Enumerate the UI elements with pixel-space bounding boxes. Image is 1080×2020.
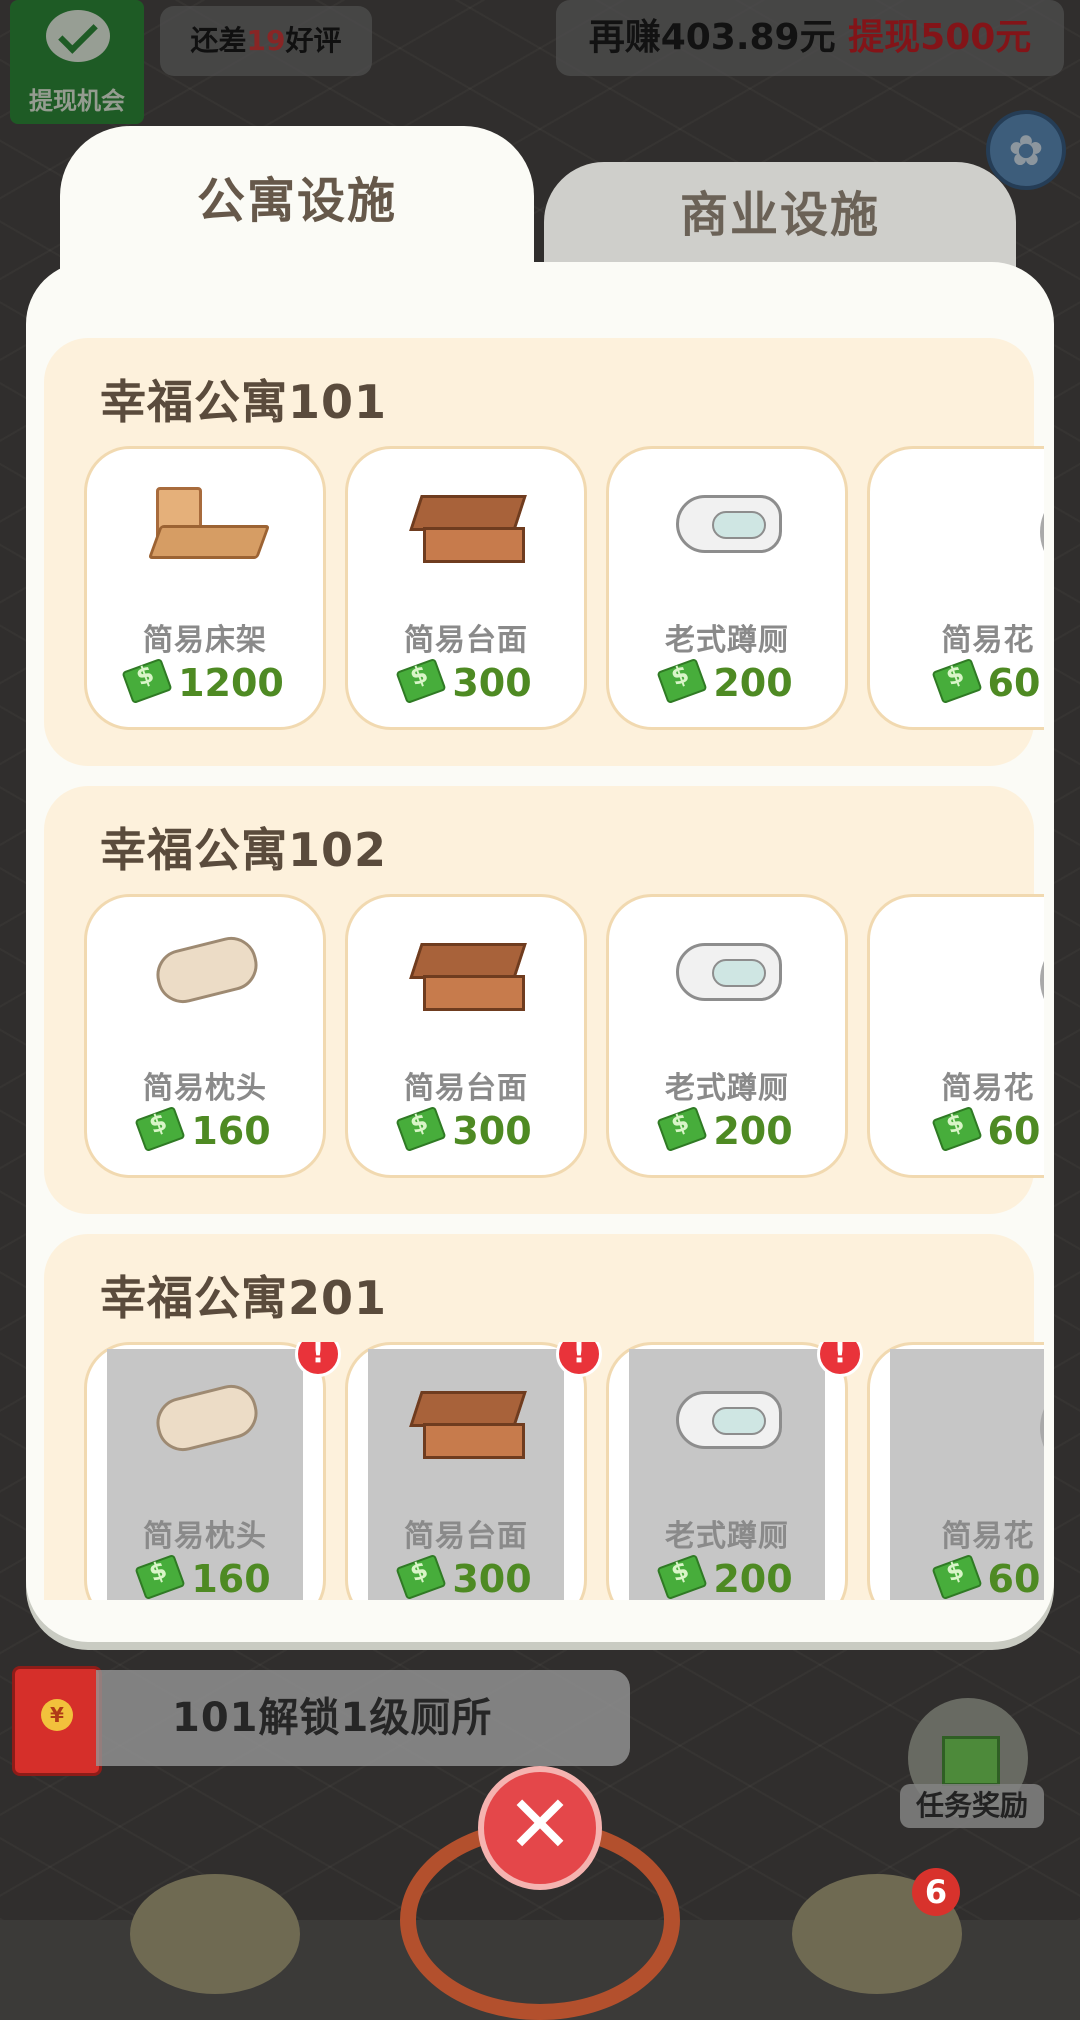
- item-card[interactable]: 老式蹲厕 200: [606, 894, 848, 1178]
- cash-icon: [134, 1553, 186, 1600]
- cash-icon: [395, 1105, 447, 1153]
- tab-commercial-facilities[interactable]: 商业设施: [544, 162, 1016, 276]
- shower-pipe-icon: [1036, 935, 1044, 1025]
- item-row[interactable]: 简易床架 1200 简易台面 300 老式蹲厕 200 简易花 60: [84, 446, 1044, 738]
- item-price: 60: [870, 1553, 1044, 1600]
- counter-icon: [409, 935, 527, 1013]
- pillow-icon: [150, 931, 264, 1009]
- cash-icon: [121, 657, 173, 705]
- item-card-locked[interactable]: 简易枕头 160 !: [84, 1342, 341, 1600]
- item-price-value: 160: [191, 1557, 271, 1600]
- cash-icon: [930, 657, 983, 705]
- section-title: 幸福公寓201: [100, 1271, 388, 1325]
- item-price: 200: [609, 1105, 845, 1153]
- cash-icon: [656, 657, 708, 705]
- squat-toilet-icon: [672, 1383, 782, 1453]
- item-card[interactable]: 简易花 60: [867, 446, 1044, 730]
- cash-icon: [656, 1105, 708, 1153]
- item-price-value: 200: [713, 661, 793, 705]
- cash-icon: [656, 1553, 708, 1600]
- item-row[interactable]: 简易枕头 160 ! 简易台面 300 ! 老式蹲厕 200 !: [84, 1342, 1044, 1600]
- item-name: 简易枕头: [143, 1071, 267, 1106]
- section-title: 幸福公寓101: [100, 375, 388, 429]
- item-price-value: 1200: [178, 661, 284, 705]
- shower-pipe-icon: [1036, 1383, 1044, 1473]
- item-price: 200: [609, 1553, 845, 1600]
- red-envelope-icon[interactable]: ¥: [12, 1666, 102, 1776]
- item-price: 300: [348, 657, 584, 705]
- item-card-locked[interactable]: 简易台面 300 !: [345, 1342, 602, 1600]
- section-title: 幸福公寓102: [100, 823, 388, 877]
- item-name: 简易花: [941, 1519, 1035, 1554]
- cash-icon: [930, 1553, 983, 1600]
- task-reward-label[interactable]: 任务奖励: [900, 1784, 1044, 1828]
- item-price-value: 300: [452, 661, 532, 705]
- counter-icon: [409, 487, 527, 565]
- item-name: 老式蹲厕: [665, 623, 789, 658]
- item-price: 60: [870, 1105, 1044, 1153]
- item-card[interactable]: 简易花 60: [867, 894, 1044, 1178]
- item-name: 简易台面: [404, 1071, 528, 1106]
- item-price: 1200: [87, 657, 323, 705]
- item-name: 简易台面: [404, 1519, 528, 1554]
- apartment-section-101: 幸福公寓101 简易床架 1200 简易台面 300 老式蹲厕 200: [44, 338, 1044, 766]
- item-price: 300: [348, 1105, 584, 1153]
- item-price-value: 60: [987, 1109, 1041, 1153]
- item-price-value: 300: [452, 1109, 532, 1153]
- shower-pipe-icon: [1036, 487, 1044, 577]
- item-price: 160: [87, 1105, 323, 1153]
- cash-icon: [395, 657, 447, 705]
- item-name: 简易台面: [404, 623, 528, 658]
- pillow-icon: [150, 1379, 264, 1457]
- item-name: 简易花: [941, 623, 1035, 658]
- cash-icon: [395, 1553, 447, 1600]
- close-icon[interactable]: ✕: [478, 1766, 602, 1890]
- item-card[interactable]: 简易枕头 160: [84, 894, 326, 1178]
- item-price-value: 300: [452, 1557, 532, 1600]
- item-card-locked[interactable]: 老式蹲厕 200 !: [606, 1342, 863, 1600]
- item-price-value: 60: [987, 1557, 1041, 1600]
- item-card[interactable]: 简易台面 300: [345, 894, 587, 1178]
- item-price-value: 60: [987, 661, 1041, 705]
- item-card[interactable]: 老式蹲厕 200: [606, 446, 848, 730]
- item-name: 简易花: [941, 1071, 1035, 1106]
- facilities-panel: 幸福公寓101 简易床架 1200 简易台面 300 老式蹲厕 200: [26, 262, 1054, 1642]
- squat-toilet-icon: [672, 487, 782, 557]
- task-hint-bar[interactable]: 101解锁1级厕所: [96, 1670, 630, 1766]
- bed-frame-icon: [147, 487, 271, 567]
- item-price: 300: [348, 1553, 584, 1600]
- item-card-locked[interactable]: 简易花 60: [867, 1342, 1044, 1600]
- item-price: 60: [870, 657, 1044, 705]
- item-price: 200: [609, 657, 845, 705]
- item-row[interactable]: 简易枕头 160 简易台面 300 老式蹲厕 200 简易花 60: [84, 894, 1044, 1186]
- item-card[interactable]: 简易台面 300: [345, 446, 587, 730]
- cash-icon: [134, 1105, 186, 1153]
- squat-toilet-icon: [672, 935, 782, 1005]
- item-price-value: 200: [713, 1557, 793, 1600]
- apartment-section-201: 幸福公寓201 简易枕头 160 ! 简易台面 300 !: [44, 1234, 1044, 1600]
- item-name: 简易床架: [143, 623, 267, 658]
- item-price-value: 200: [713, 1109, 793, 1153]
- red-envelope-coin: ¥: [41, 1699, 73, 1731]
- notification-badge: 6: [912, 1868, 960, 1916]
- counter-icon: [409, 1383, 527, 1461]
- cash-icon: [930, 1105, 983, 1153]
- item-name: 简易枕头: [143, 1519, 267, 1554]
- item-name: 老式蹲厕: [665, 1071, 789, 1106]
- apartment-section-102: 幸福公寓102 简易枕头 160 简易台面 300 老式蹲厕 200: [44, 786, 1044, 1214]
- item-price-value: 160: [191, 1109, 271, 1153]
- item-price: 160: [87, 1553, 323, 1600]
- bottom-left-button[interactable]: [130, 1874, 300, 1994]
- facilities-scroll-list[interactable]: 幸福公寓101 简易床架 1200 简易台面 300 老式蹲厕 200: [44, 338, 1044, 1600]
- tab-apartment-facilities[interactable]: 公寓设施: [60, 126, 534, 276]
- item-card[interactable]: 简易床架 1200: [84, 446, 326, 730]
- item-name: 老式蹲厕: [665, 1519, 789, 1554]
